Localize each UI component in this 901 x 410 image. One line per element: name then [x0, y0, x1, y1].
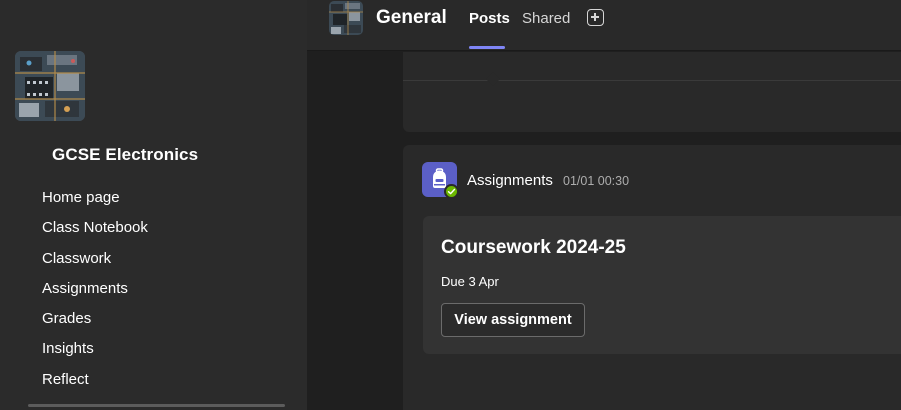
add-tab-icon[interactable] [587, 9, 604, 26]
sidebar-item-insights[interactable]: Insights [42, 338, 148, 368]
sidebar: GCSE Electronics Home page Class Noteboo… [0, 0, 307, 410]
status-available-icon [444, 184, 459, 199]
sidebar-item-reflect[interactable]: Reflect [42, 369, 148, 399]
team-nav: Home page Class Notebook Classwork Assig… [42, 187, 148, 399]
sidebar-item-class-notebook[interactable]: Class Notebook [42, 217, 148, 247]
tab-posts[interactable]: Posts [469, 10, 510, 27]
assignment-title: Coursework 2024-25 [441, 237, 626, 258]
post-timestamp: 01/01 00:30 [563, 174, 630, 188]
assignment-due-date: Due 3 Apr [441, 274, 499, 289]
sidebar-item-assignments[interactable]: Assignments [42, 278, 148, 308]
view-assignment-button[interactable]: View assignment [441, 303, 585, 337]
divider [403, 80, 901, 81]
active-tab-indicator [469, 46, 505, 49]
sidebar-scrollbar[interactable] [28, 404, 285, 407]
sidebar-item-home-page[interactable]: Home page [42, 187, 148, 217]
team-name: GCSE Electronics [52, 145, 199, 164]
sidebar-item-grades[interactable]: Grades [42, 308, 148, 338]
post-author[interactable]: Assignments [467, 172, 553, 189]
team-avatar[interactable] [15, 51, 85, 121]
channel-avatar [329, 1, 363, 35]
sidebar-item-classwork[interactable]: Classwork [42, 248, 148, 278]
assignment-post: Assignments 01/01 00:30 Coursework 2024-… [403, 145, 901, 410]
divider-notch [485, 71, 501, 87]
channel-header: General Posts Shared [307, 0, 901, 51]
teams-window: GCSE Electronics Home page Class Noteboo… [0, 0, 901, 410]
tab-shared[interactable]: Shared [522, 10, 570, 27]
channel-title: General [376, 7, 447, 28]
assignment-card: Coursework 2024-25 Due 3 Apr View assign… [423, 216, 901, 354]
previous-post [403, 52, 901, 132]
main-pane: General Posts Shared Assignments 01/01 0… [307, 0, 901, 410]
